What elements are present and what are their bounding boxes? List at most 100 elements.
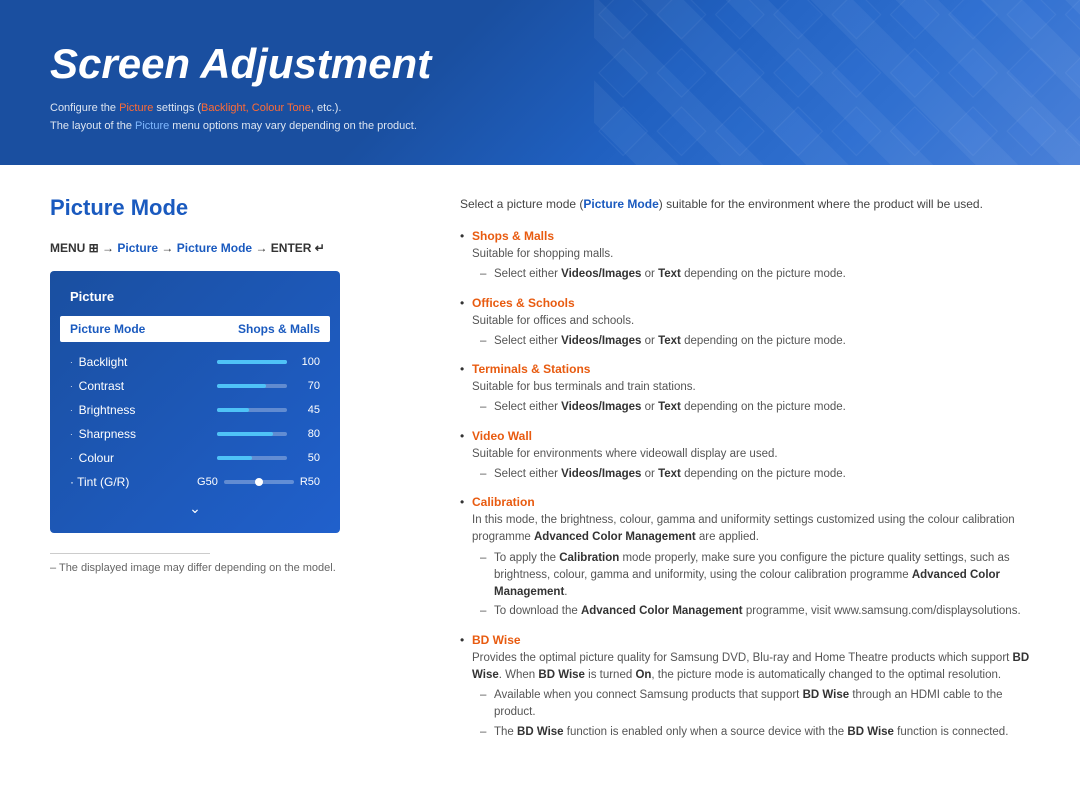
sharpness-slider-fill	[217, 432, 273, 436]
highlight-picture2: Picture	[135, 120, 169, 132]
backlight-dot: ·	[70, 358, 73, 367]
calibration-sub-list: To apply the Calibration mode properly, …	[472, 550, 1030, 621]
menu-path: MENU ⊞ → Picture → Picture Mode → ENTER …	[50, 241, 420, 255]
footer-note: – The displayed image may differ dependi…	[50, 562, 420, 574]
offices-desc: Suitable for offices and schools.	[472, 313, 1030, 330]
brightness-slider-container: 45	[217, 404, 320, 416]
backlight-slider-container: 100	[217, 356, 320, 368]
offices-sub-list: Select either Videos/Images or Text depe…	[472, 333, 1030, 350]
calibration-desc: In this mode, the brightness, colour, ga…	[472, 512, 1030, 547]
intro-highlight: Picture Mode	[583, 197, 658, 211]
calibration-sub-item2: To download the Advanced Color Managemen…	[480, 603, 1030, 620]
highlight-settings: Backlight, Colour Tone	[201, 102, 311, 114]
bdwise-bold4: BD Wise	[517, 726, 564, 738]
terminals-sub-item: Select either Videos/Images or Text depe…	[480, 399, 1030, 416]
colour-slider-container: 50	[217, 452, 320, 464]
shops-sub-item: Select either Videos/Images or Text depe…	[480, 266, 1030, 283]
brightness-label: · Brightness	[70, 403, 135, 417]
contrast-value: 70	[295, 380, 320, 392]
menu-path-picture: Picture	[117, 241, 158, 255]
sharpness-label: · Sharpness	[70, 427, 136, 441]
contrast-row[interactable]: · Contrast 70	[60, 374, 330, 398]
sharpness-value: 80	[295, 428, 320, 440]
cal-acm3: Advanced Color Management	[581, 605, 743, 617]
main-content: Picture Mode MENU ⊞ → Picture → Picture …	[0, 165, 1080, 791]
terminals-sub-list: Select either Videos/Images or Text depe…	[472, 399, 1030, 416]
picture-mode-selected-row[interactable]: Picture Mode Shops & Malls	[60, 316, 330, 342]
terminals-title: Terminals & Stations	[472, 362, 590, 376]
tint-g-value: G50	[197, 476, 218, 488]
offices-text-bold: Text	[658, 335, 681, 347]
offices-videos-bold: Videos/Images	[561, 335, 641, 347]
tint-controls: G50 R50	[197, 476, 320, 488]
bdwise-sub-list: Available when you connect Samsung produ…	[472, 687, 1030, 741]
left-footer: – The displayed image may differ dependi…	[50, 553, 420, 574]
picture-menu-box: Picture Picture Mode Shops & Malls · Bac…	[50, 271, 340, 533]
videowall-desc: Suitable for environments where videowal…	[472, 446, 1030, 463]
shops-sub-list: Select either Videos/Images or Text depe…	[472, 266, 1030, 283]
videowall-sub-list: Select either Videos/Images or Text depe…	[472, 466, 1030, 483]
tint-label: · Tint (G/R)	[70, 475, 129, 489]
bdwise-sub-item1: Available when you connect Samsung produ…	[480, 687, 1030, 722]
picture-mode-label: Picture Mode	[70, 322, 145, 336]
terminals-desc: Suitable for bus terminals and train sta…	[472, 379, 1030, 396]
videowall-videos-bold: Videos/Images	[561, 468, 641, 480]
calibration-sub-item1: To apply the Calibration mode properly, …	[480, 550, 1030, 602]
list-item-calibration: Calibration In this mode, the brightness…	[460, 493, 1030, 621]
bdwise-on: On	[635, 669, 651, 681]
backlight-value: 100	[295, 356, 320, 368]
sharpness-slider-bar	[217, 432, 287, 436]
offices-sub-item: Select either Videos/Images or Text depe…	[480, 333, 1030, 350]
header-banner: Screen Adjustment Configure the Picture …	[0, 0, 1080, 165]
sharpness-slider-container: 80	[217, 428, 320, 440]
contrast-label: · Contrast	[70, 379, 124, 393]
shops-desc: Suitable for shopping malls.	[472, 246, 1030, 263]
contrast-slider-bar	[217, 384, 287, 388]
cal-bold1: Calibration	[559, 552, 619, 564]
list-item-bdwise: BD Wise Provides the optimal picture qua…	[460, 631, 1030, 741]
highlight-picture: Picture	[119, 102, 153, 114]
calibration-title: Calibration	[472, 495, 535, 509]
brightness-slider-bar	[217, 408, 287, 412]
menu-path-mode: Picture Mode	[177, 241, 252, 255]
shops-videos-bold: Videos/Images	[561, 268, 641, 280]
colour-value: 50	[295, 452, 320, 464]
brightness-row[interactable]: · Brightness 45	[60, 398, 330, 422]
backlight-row[interactable]: · Backlight 100	[60, 350, 330, 374]
terminals-text-bold: Text	[658, 401, 681, 413]
list-item-offices: Offices & Schools Suitable for offices a…	[460, 294, 1030, 351]
videowall-text-bold: Text	[658, 468, 681, 480]
tint-row[interactable]: · Tint (G/R) G50 R50	[60, 470, 330, 494]
bdwise-sub-item2: The BD Wise function is enabled only whe…	[480, 724, 1030, 741]
colour-slider-fill	[217, 456, 252, 460]
videowall-title: Video Wall	[472, 429, 532, 443]
bdwise-bold2: BD Wise	[538, 669, 585, 681]
tint-slider-bar	[224, 480, 294, 484]
picture-menu-title: Picture	[60, 281, 330, 312]
offices-title: Offices & Schools	[472, 296, 575, 310]
backlight-slider-fill	[217, 360, 287, 364]
cal-acm2: Advanced Color Management	[494, 569, 1000, 598]
page-title: Screen Adjustment	[50, 40, 1030, 88]
colour-slider-bar	[217, 456, 287, 460]
left-column: Picture Mode MENU ⊞ → Picture → Picture …	[50, 195, 420, 751]
tint-r-value: R50	[300, 476, 320, 488]
calibration-acm1: Advanced Color Management	[534, 531, 696, 543]
picture-mode-list: Shops & Malls Suitable for shopping mall…	[460, 227, 1030, 741]
subtitle-line2: The layout of the Picture menu options m…	[50, 118, 1030, 136]
chevron-down-icon[interactable]: ⌄	[60, 494, 330, 523]
footer-divider	[50, 553, 210, 554]
right-column: Select a picture mode (Picture Mode) sui…	[460, 195, 1030, 751]
list-item-videowall: Video Wall Suitable for environments whe…	[460, 427, 1030, 484]
tint-slider-dot	[255, 478, 263, 486]
brightness-slider-fill	[217, 408, 249, 412]
intro-text: Select a picture mode (Picture Mode) sui…	[460, 195, 1030, 213]
sharpness-row[interactable]: · Sharpness 80	[60, 422, 330, 446]
subtitle-line1: Configure the Picture settings (Backligh…	[50, 100, 1030, 118]
contrast-slider-container: 70	[217, 380, 320, 392]
backlight-slider-bar	[217, 360, 287, 364]
terminals-videos-bold: Videos/Images	[561, 401, 641, 413]
bdwise-bold5: BD Wise	[847, 726, 894, 738]
bdwise-title: BD Wise	[472, 633, 521, 647]
colour-row[interactable]: · Colour 50	[60, 446, 330, 470]
